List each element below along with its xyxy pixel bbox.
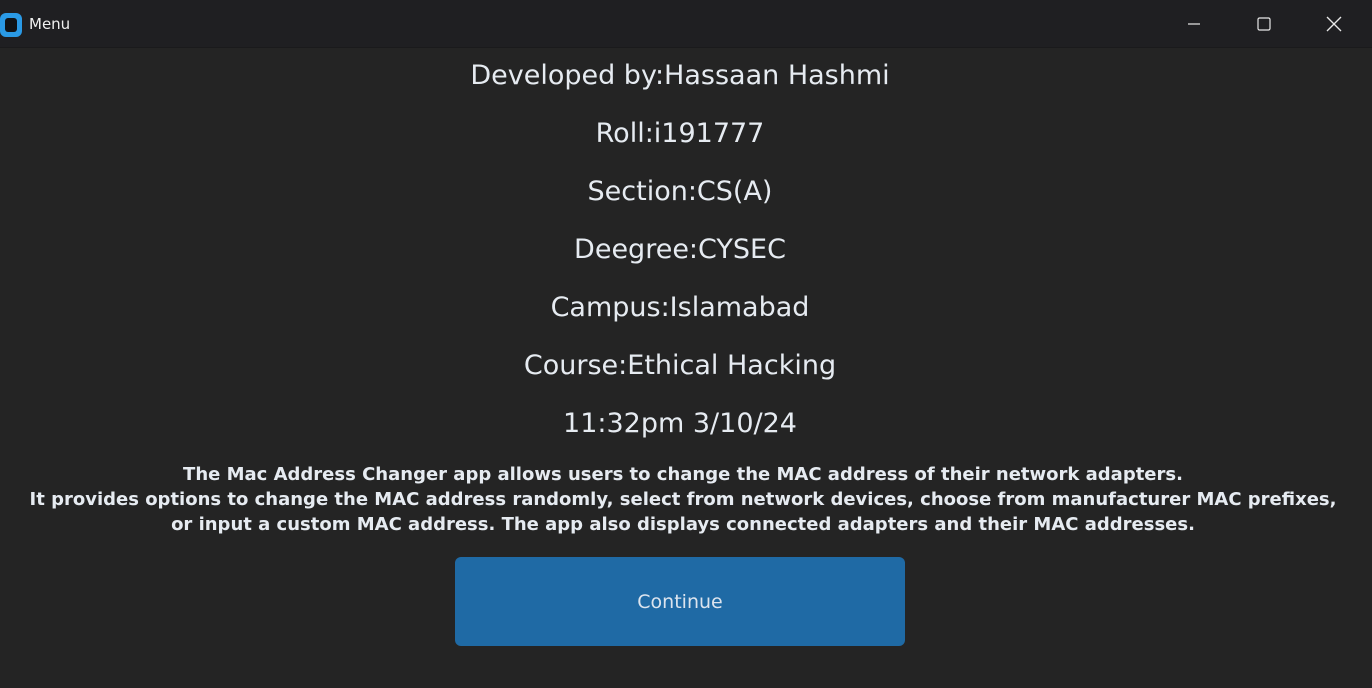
app-description: The Mac Address Changer app allows users… — [0, 462, 1366, 537]
minimize-button[interactable] — [1159, 0, 1229, 48]
title-bar[interactable]: Menu — [0, 0, 1372, 48]
roll-label: Roll:i191777 — [595, 118, 765, 149]
close-button[interactable] — [1299, 0, 1369, 48]
course-label: Course:Ethical Hacking — [523, 350, 837, 381]
maximize-button[interactable] — [1229, 0, 1299, 48]
section-label: Section:CS(A) — [587, 176, 773, 207]
datetime-label: 11:32pm 3/10/24 — [563, 408, 797, 439]
window-title: Menu — [29, 15, 71, 33]
maximize-icon — [1257, 17, 1271, 31]
description-line: or input a custom MAC address. The app a… — [171, 514, 1195, 535]
app-icon — [0, 13, 22, 37]
description-line: The Mac Address Changer app allows users… — [183, 464, 1183, 485]
campus-label: Campus:Islamabad — [550, 292, 810, 323]
degree-label: Deegree:CYSEC — [574, 234, 786, 265]
main-content: Developed by:Hassaan Hashmi Roll:i191777… — [0, 48, 1372, 688]
description-line: It provides options to change the MAC ad… — [29, 489, 1337, 510]
minimize-icon — [1188, 23, 1200, 25]
continue-button[interactable]: Continue — [455, 557, 905, 646]
app-window: Menu Developed by:Hassaan Hashmi Roll:i1… — [0, 0, 1372, 688]
developer-label: Developed by:Hassaan Hashmi — [470, 60, 890, 91]
close-icon — [1326, 16, 1342, 32]
